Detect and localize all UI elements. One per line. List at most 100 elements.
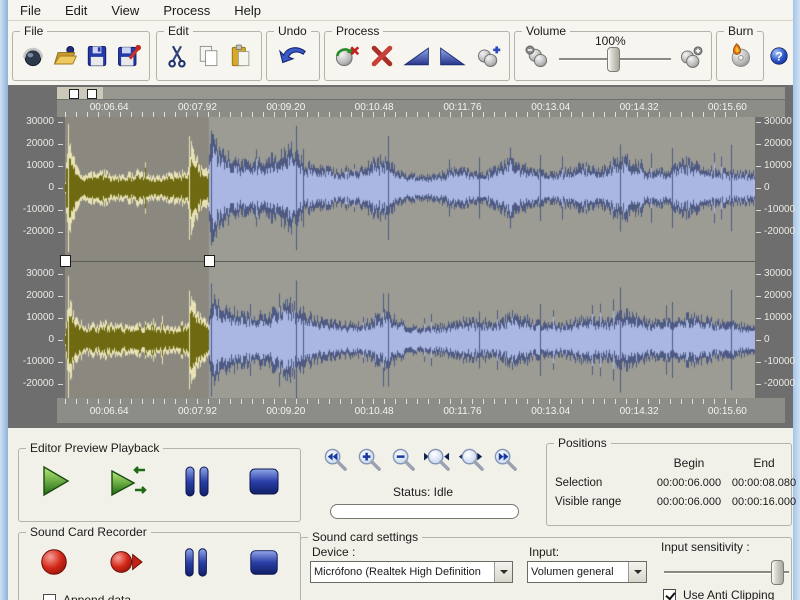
zoom-out-button[interactable] [388,446,419,473]
anti-clipping-checkbox-row[interactable]: Use Anti Clipping [663,588,774,600]
undo-arrow-icon [278,43,308,69]
undo-button[interactable] [275,37,311,75]
amplitude-tick-mark [756,296,761,297]
amplitude-tick-mark [58,384,63,385]
open-file-button[interactable] [49,37,81,75]
selection-handle-end[interactable] [204,255,215,267]
amplitude-tick-label: -10000 [12,356,54,368]
cut-button[interactable] [161,37,193,75]
amplitude-tick-mark [58,296,63,297]
menu-view[interactable]: View [99,1,151,20]
amplitude-tick-label: 10000 [12,160,54,172]
record-play-button[interactable] [106,545,146,579]
time-label: 00:09.20 [258,102,314,113]
reprocess-cancel-button[interactable] [329,37,363,75]
copy-icon [195,42,223,70]
amplitude-tick-label: 0 [764,182,800,194]
anti-clipping-label: Use Anti Clipping [683,588,774,600]
preview-play-selection-button[interactable] [107,463,147,499]
recorder-pause-button[interactable] [181,545,211,579]
delete-selection-button[interactable] [364,37,398,75]
append-data-checkbox-row[interactable]: Append data [43,593,131,600]
time-label: 00:15.60 [699,102,755,113]
audio-headset-icon [19,42,47,70]
sound-card-recorder-group: Sound Card Recorder [18,532,301,600]
menu-help[interactable]: Help [222,1,273,20]
time-label: 00:15.60 [699,406,755,417]
help-button[interactable]: ? [764,41,794,71]
group-label-edit: Edit [164,24,193,38]
waveform-channel-1[interactable] [65,117,755,256]
burn-cd-icon [726,42,754,70]
zoom-in-button[interactable] [354,446,385,473]
volume-slider-thumb[interactable] [607,47,620,72]
amplitude-tick-label: -10000 [12,204,54,216]
audio-headset-button[interactable] [17,37,49,75]
time-ruler-top[interactable]: 00:06.6400:07.9200:09.2000:10.4800:11.76… [57,100,785,117]
append-data-checkbox[interactable] [43,594,56,600]
volume-down-button[interactable] [519,38,555,76]
record-icon [37,545,71,579]
group-label-file: File [20,24,47,38]
append-data-label: Append data [63,593,131,600]
menu-edit[interactable]: Edit [53,1,99,20]
record-button[interactable] [37,545,71,579]
input-select[interactable]: Volumen general [527,561,647,583]
preview-stop-button[interactable] [246,463,282,499]
preview-pause-button[interactable] [182,463,212,499]
time-label: 00:06.64 [81,406,137,417]
amplitude-tick-label: 20000 [12,290,54,302]
fade-in-icon [402,42,432,70]
preview-play-button[interactable] [37,463,73,499]
device-label: Device : [312,545,355,559]
input-label: Input: [529,545,559,559]
input-dropdown-button[interactable] [628,562,646,582]
zoom-full-button[interactable] [456,446,487,473]
overview-handle-right[interactable] [87,89,97,99]
volume-value-label: 100% [595,34,626,48]
editor-preview-playback-group: Editor Preview Playback [18,448,301,522]
paste-button[interactable] [225,37,257,75]
time-label: 00:14.32 [611,406,667,417]
amplitude-tick-label: 30000 [12,116,54,128]
amplitude-tick-label: 0 [764,334,800,346]
time-ruler-bottom[interactable]: 00:06.6400:07.9200:09.2000:10.4800:11.76… [57,398,785,423]
overview-handle-left[interactable] [69,89,79,99]
zoom-last-button[interactable] [490,446,521,473]
recorder-stop-button[interactable] [246,545,282,579]
stop-icon [246,463,282,499]
amplitude-tick-mark [756,166,761,167]
amplitude-tick-mark [58,166,63,167]
amplitude-tick-label: -10000 [764,356,800,368]
menu-file[interactable]: File [8,1,53,20]
sound-card-settings-title: Sound card settings [308,530,422,544]
group-label-burn: Burn [724,24,757,38]
zoom-selection-button[interactable] [422,446,453,473]
menu-process[interactable]: Process [151,1,222,20]
volume-up-icon [677,43,705,71]
anti-clipping-checkbox[interactable] [663,589,676,600]
toolbar-group-file: File [12,31,150,81]
waveform-channel-2[interactable] [65,268,755,398]
device-select[interactable]: Micrófono (Realtek High Definition [310,561,513,583]
input-sensitivity-thumb[interactable] [771,560,784,585]
zoom-first-button[interactable] [320,446,351,473]
toolbar-group-edit: Edit [156,31,262,81]
time-label: 00:13.04 [523,102,579,113]
device-dropdown-button[interactable] [494,562,512,582]
copy-button[interactable] [193,37,225,75]
overview-bar[interactable] [57,87,785,99]
fade-in-button[interactable] [400,37,434,75]
fade-out-button[interactable] [435,37,469,75]
save-file-button[interactable] [81,37,113,75]
save-file-as-button[interactable] [113,37,145,75]
begin-header: Begin [647,456,731,470]
device-selected-value: Micrófono (Realtek High Definition [311,566,494,578]
sound-card-settings-group: Sound card settings Device : Micrófono (… [300,537,792,600]
burn-cd-button[interactable] [722,37,758,75]
selection-handle-start[interactable] [60,255,71,267]
group-label-undo: Undo [274,24,311,38]
group-label-process: Process [332,24,383,38]
volume-up-button[interactable] [673,38,709,76]
amplify-button[interactable] [471,37,505,75]
